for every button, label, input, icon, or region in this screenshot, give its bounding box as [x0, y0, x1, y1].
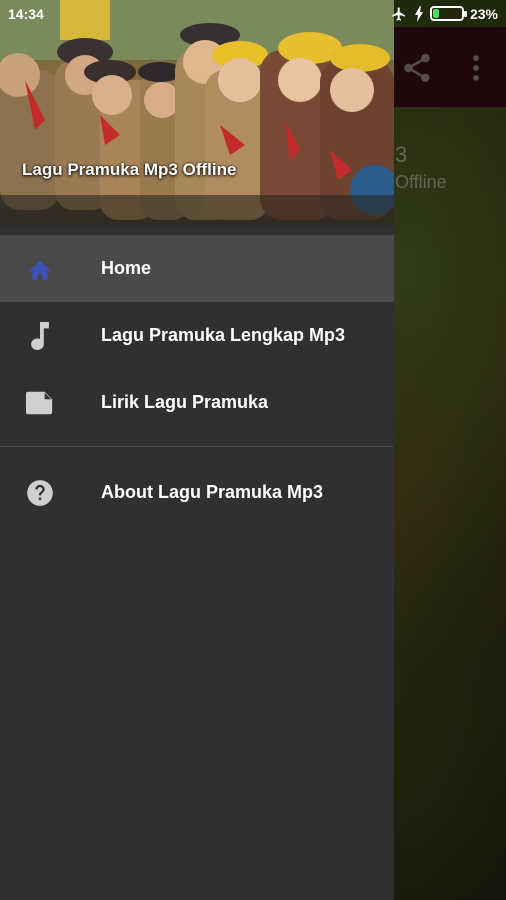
battery-percent: 23% [469, 5, 498, 22]
menu-item-lirik[interactable]: Lirik Lagu Pramuka [0, 369, 394, 436]
charging-icon [414, 5, 423, 22]
home-icon [26, 255, 54, 283]
status-time: 14:34 [8, 5, 44, 22]
music-note-icon [26, 321, 54, 350]
menu-item-home[interactable]: Home [0, 235, 394, 302]
menu-item-label: Lirik Lagu Pramuka [101, 392, 269, 412]
drawer-header: Lagu Pramuka Mp3 Offline [0, 0, 394, 225]
drawer-menu: Home Lagu Pramuka Lengkap Mp3 Lirik Lagu… [0, 235, 394, 526]
battery-icon [429, 6, 467, 21]
menu-divider [0, 446, 394, 447]
airplane-icon [392, 6, 405, 21]
menu-item-label: About Lagu Pramuka Mp3 [101, 482, 324, 502]
drawer-header-title: Lagu Pramuka Mp3 Offline [22, 160, 237, 179]
header-image [0, 0, 394, 225]
menu-item-label: Lagu Pramuka Lengkap Mp3 [101, 325, 346, 345]
menu-item-about[interactable]: About Lagu Pramuka Mp3 [0, 459, 394, 526]
navigation-drawer: Lagu Pramuka Mp3 Offline Home Lagu Pramu… [0, 0, 394, 900]
help-icon [26, 479, 54, 507]
status-bar: 14:34 23% [0, 0, 506, 27]
battery-fill [432, 9, 440, 18]
menu-item-lagu-lengkap[interactable]: Lagu Pramuka Lengkap Mp3 [0, 302, 394, 369]
file-icon [26, 389, 54, 417]
menu-item-label: Home [101, 258, 152, 278]
